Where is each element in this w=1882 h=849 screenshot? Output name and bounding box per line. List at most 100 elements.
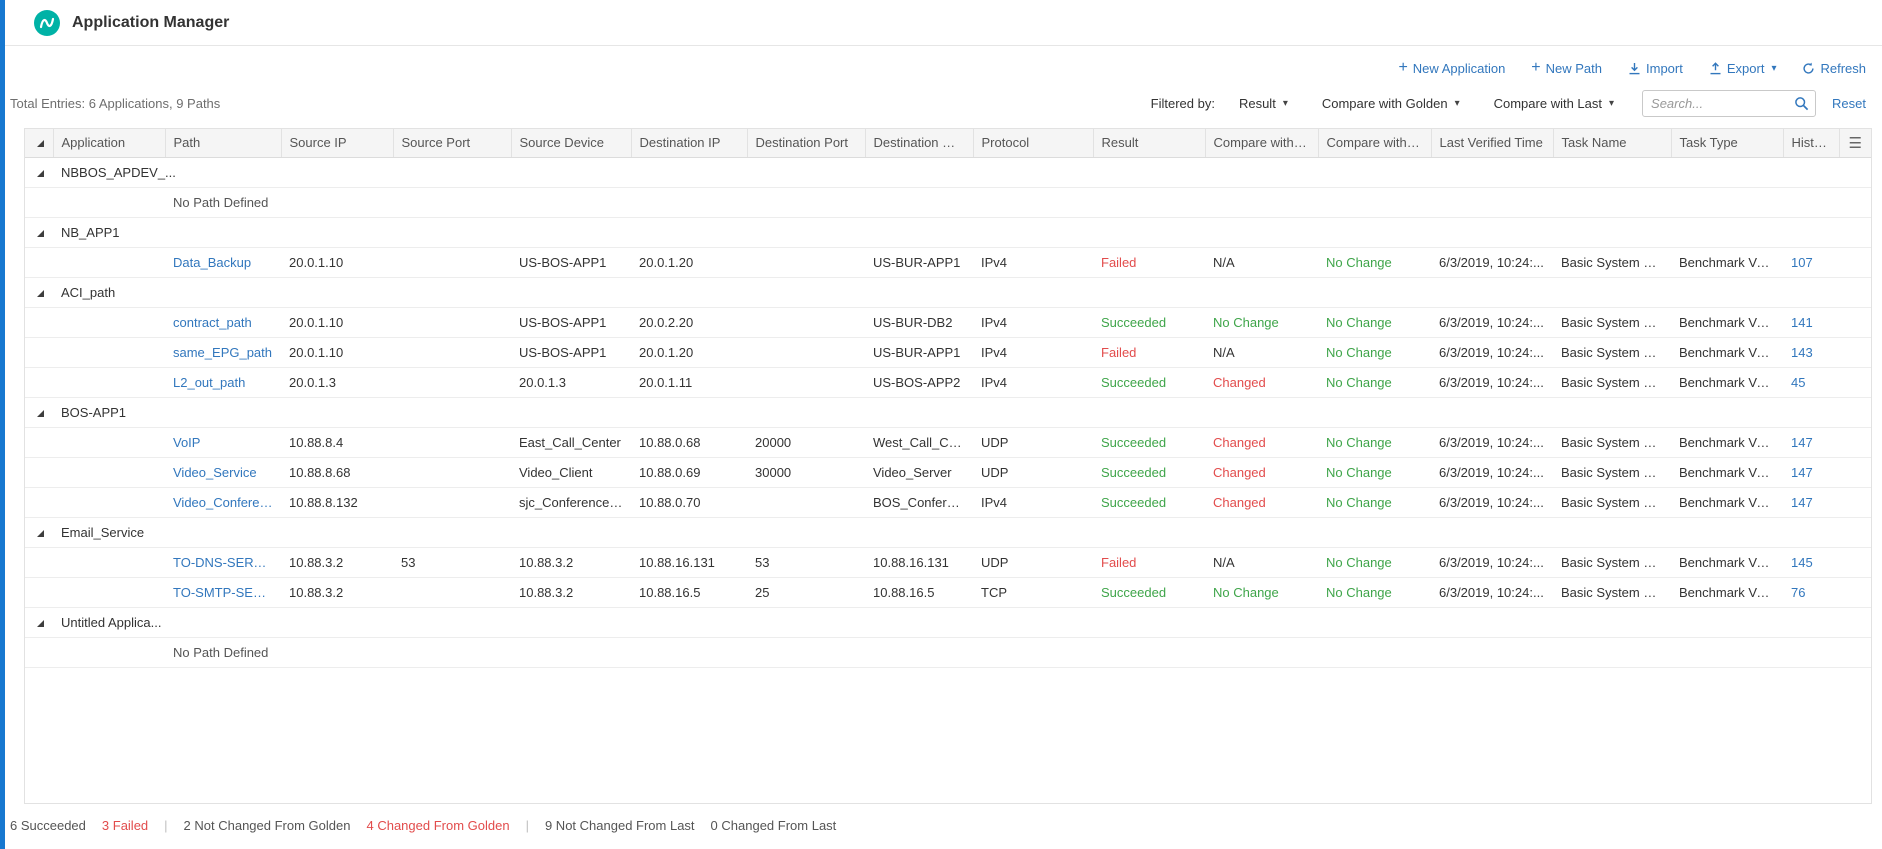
path-link[interactable]: VoIP xyxy=(165,427,281,457)
new-application-button[interactable]: + New Application xyxy=(1398,61,1505,76)
col-source-port[interactable]: Source Port xyxy=(393,129,511,157)
result-cell: Failed xyxy=(1093,337,1205,367)
history-link[interactable]: 147 xyxy=(1783,427,1839,457)
application-group-row: Untitled Applica... xyxy=(25,607,1871,637)
source-device-cell: 10.88.3.2 xyxy=(511,577,631,607)
application-name: ACI_path xyxy=(53,277,1871,307)
col-task-type[interactable]: Task Type xyxy=(1671,129,1783,157)
source-ip-cell: 10.88.8.132 xyxy=(281,487,393,517)
refresh-button[interactable]: Refresh xyxy=(1802,61,1866,76)
last-verified-time-cell: 6/3/2019, 10:24:... xyxy=(1431,577,1553,607)
col-result[interactable]: Result xyxy=(1093,129,1205,157)
destination-device-cell: US-BUR-DB2 xyxy=(865,307,973,337)
col-protocol[interactable]: Protocol xyxy=(973,129,1093,157)
col-compare-with-golden[interactable]: Compare with G... xyxy=(1205,129,1318,157)
destination-ip-cell: 20.0.1.11 xyxy=(631,367,747,397)
new-path-button[interactable]: + New Path xyxy=(1531,61,1602,76)
protocol-cell: TCP xyxy=(973,577,1093,607)
filtered-by-label: Filtered by: xyxy=(1151,96,1215,111)
source-device-cell: US-BOS-APP1 xyxy=(511,247,631,277)
source-ip-cell: 10.88.3.2 xyxy=(281,577,393,607)
path-link[interactable]: same_EPG_path xyxy=(165,337,281,367)
footer-divider: | xyxy=(164,818,167,833)
import-button[interactable]: Import xyxy=(1628,61,1683,76)
expand-collapse-caret[interactable] xyxy=(25,517,53,547)
expand-collapse-caret[interactable] xyxy=(25,607,53,637)
destination-ip-cell: 10.88.0.70 xyxy=(631,487,747,517)
history-link[interactable]: 141 xyxy=(1783,307,1839,337)
application-name: NB_APP1 xyxy=(53,217,1871,247)
col-application[interactable]: Application xyxy=(53,129,165,157)
task-name-cell: Basic System Be... xyxy=(1553,337,1671,367)
path-link[interactable]: L2_out_path xyxy=(165,367,281,397)
destination-port-cell: 25 xyxy=(747,577,865,607)
history-link[interactable]: 45 xyxy=(1783,367,1839,397)
last-verified-time-cell: 6/3/2019, 10:24:... xyxy=(1431,427,1553,457)
col-destination-device[interactable]: Destination Devi... xyxy=(865,129,973,157)
col-destination-ip[interactable]: Destination IP xyxy=(631,129,747,157)
search-input[interactable] xyxy=(1651,96,1794,111)
caret-icon xyxy=(37,140,44,147)
compare-with-golden-filter-dropdown[interactable]: Compare with Golden ▾ xyxy=(1322,96,1460,111)
protocol-cell: IPv4 xyxy=(973,307,1093,337)
history-link[interactable]: 76 xyxy=(1783,577,1839,607)
col-last-verified-time[interactable]: Last Verified Time xyxy=(1431,129,1553,157)
compare-with-last-cell: No Change xyxy=(1318,577,1431,607)
col-destination-port[interactable]: Destination Port xyxy=(747,129,865,157)
col-history[interactable]: History xyxy=(1783,129,1839,157)
path-link[interactable]: Video_Conferen... xyxy=(165,487,281,517)
compare-with-last-filter-dropdown[interactable]: Compare with Last ▾ xyxy=(1494,96,1614,111)
task-name-cell: Basic System Be... xyxy=(1553,427,1671,457)
task-type-cell: Benchmark Verify xyxy=(1671,457,1783,487)
history-link[interactable]: 147 xyxy=(1783,457,1839,487)
path-link[interactable]: contract_path xyxy=(165,307,281,337)
search-icon[interactable] xyxy=(1794,96,1809,111)
last-verified-time-cell: 6/3/2019, 10:24:... xyxy=(1431,247,1553,277)
application-group-row: NB_APP1 xyxy=(25,217,1871,247)
last-verified-time-cell: 6/3/2019, 10:24:... xyxy=(1431,367,1553,397)
path-row: TO-SMTP-SERVER 10.88.3.2 10.88.3.2 10.88… xyxy=(25,577,1871,607)
source-device-cell: East_Call_Center xyxy=(511,427,631,457)
task-name-cell: Basic System Be... xyxy=(1553,487,1671,517)
path-link[interactable]: Data_Backup xyxy=(165,247,281,277)
path-link[interactable]: Video_Service xyxy=(165,457,281,487)
expand-collapse-caret[interactable] xyxy=(25,217,53,247)
history-link[interactable]: 147 xyxy=(1783,487,1839,517)
col-source-ip[interactable]: Source IP xyxy=(281,129,393,157)
destination-ip-cell: 10.88.16.5 xyxy=(631,577,747,607)
destination-device-cell: US-BOS-APP2 xyxy=(865,367,973,397)
col-task-name[interactable]: Task Name xyxy=(1553,129,1671,157)
history-link[interactable]: 145 xyxy=(1783,547,1839,577)
path-row: same_EPG_path 20.0.1.10 US-BOS-APP1 20.0… xyxy=(25,337,1871,367)
col-path[interactable]: Path xyxy=(165,129,281,157)
result-cell: Failed xyxy=(1093,547,1205,577)
task-name-cell: Basic System Be... xyxy=(1553,577,1671,607)
reset-link[interactable]: Reset xyxy=(1832,96,1866,111)
col-source-device[interactable]: Source Device xyxy=(511,129,631,157)
compare-with-last-cell: No Change xyxy=(1318,547,1431,577)
last-verified-time-cell: 6/3/2019, 10:24:... xyxy=(1431,307,1553,337)
history-link[interactable]: 107 xyxy=(1783,247,1839,277)
path-link[interactable]: TO-SMTP-SERVER xyxy=(165,577,281,607)
expand-collapse-caret[interactable] xyxy=(25,157,53,187)
result-filter-dropdown[interactable]: Result ▾ xyxy=(1239,96,1288,111)
result-cell: Succeeded xyxy=(1093,487,1205,517)
page-title: Application Manager xyxy=(72,14,229,32)
chevron-down-icon: ▾ xyxy=(1283,98,1288,109)
history-link[interactable]: 143 xyxy=(1783,337,1839,367)
last-verified-time-cell: 6/3/2019, 10:24:... xyxy=(1431,487,1553,517)
export-button[interactable]: Export ▾ xyxy=(1709,61,1777,76)
column-chooser-icon[interactable]: ☰ xyxy=(1839,129,1871,157)
expand-collapse-caret[interactable] xyxy=(25,277,53,307)
source-ip-cell: 20.0.1.10 xyxy=(281,247,393,277)
caret-icon xyxy=(37,530,44,537)
application-group-row: BOS-APP1 xyxy=(25,397,1871,427)
expand-collapse-caret[interactable] xyxy=(25,397,53,427)
collapse-all-caret[interactable] xyxy=(25,129,53,157)
path-link[interactable]: TO-DNS-SERVER xyxy=(165,547,281,577)
destination-ip-cell: 10.88.0.69 xyxy=(631,457,747,487)
compare-with-golden-cell: Changed xyxy=(1205,427,1318,457)
task-type-cell: Benchmark Verify xyxy=(1671,547,1783,577)
col-compare-with-last[interactable]: Compare with La... xyxy=(1318,129,1431,157)
footer-status-label: 4 Changed From Golden xyxy=(366,818,509,833)
